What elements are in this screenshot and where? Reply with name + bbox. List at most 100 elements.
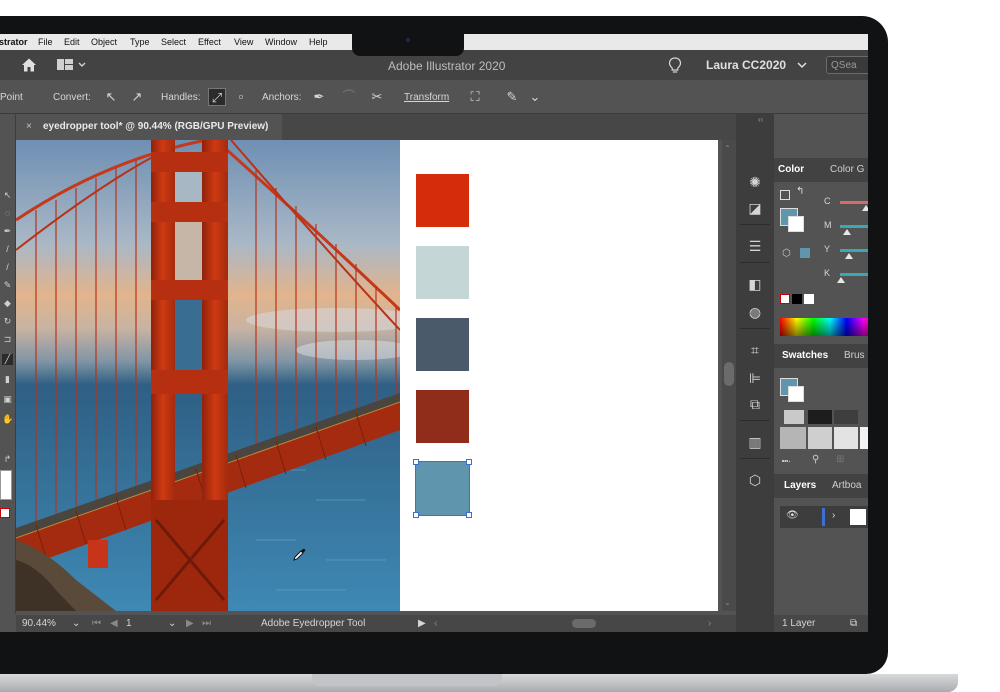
tab-brushes[interactable]: Brus [844, 344, 865, 368]
status-menu-icon[interactable]: ▶ [418, 615, 426, 632]
width-tool-icon[interactable]: ⊐ [2, 334, 13, 345]
selection-handle[interactable] [413, 459, 419, 465]
color-guide-panel-icon[interactable]: ◪ [745, 198, 765, 218]
artboard-tool-icon[interactable]: ▣ [2, 394, 13, 405]
zoom-level-field[interactable]: 90.44% [22, 615, 56, 632]
remove-anchor-icon[interactable]: ✒ [310, 88, 328, 106]
close-icon[interactable]: × [26, 114, 32, 140]
eyedropper-tool-icon[interactable]: ╱ [2, 354, 13, 365]
horizontal-scroll-thumb[interactable] [572, 619, 596, 628]
gradient-tool-icon[interactable]: ▮ [2, 374, 13, 385]
panel-stroke-swatch[interactable] [788, 216, 804, 232]
color-spectrum[interactable] [780, 318, 868, 336]
color-swatch-rectangle[interactable] [415, 461, 470, 516]
slider-thumb-k[interactable] [837, 277, 845, 283]
lighter-gray-swatch[interactable] [834, 427, 858, 449]
hand-tool-icon[interactable]: ✋ [2, 414, 13, 425]
pencil-tool-icon[interactable]: ✎ [2, 280, 13, 291]
search-input[interactable]: QSea [826, 56, 868, 74]
slider-track-m[interactable] [840, 225, 868, 228]
none-swatch[interactable] [0, 508, 10, 518]
selection-handle[interactable] [413, 512, 419, 518]
layer-row[interactable]: 👁 › [780, 506, 868, 528]
home-icon[interactable] [21, 57, 37, 73]
scroll-left-icon[interactable]: ‹ [434, 615, 437, 632]
workspace-switcher-icon[interactable] [57, 59, 87, 71]
line-tool-icon[interactable]: / [2, 262, 13, 273]
vertical-scrollbar[interactable]: ⌃ ⌄ [722, 140, 736, 611]
slider-track-k[interactable] [840, 273, 868, 276]
eraser-tool-icon[interactable]: ◆ [2, 298, 13, 309]
lasso-tool-icon[interactable]: ◌ [2, 208, 13, 219]
tab-artboards[interactable]: Artboa [832, 474, 861, 498]
chevron-down-icon[interactable] [797, 62, 807, 69]
rotate-tool-icon[interactable]: ↻ [2, 316, 13, 327]
slider-thumb-c[interactable] [862, 205, 868, 211]
scroll-up-icon[interactable]: ⌃ [724, 144, 731, 153]
dark-gray-swatch[interactable] [834, 410, 858, 424]
menu-app-name[interactable]: Illustrator [0, 34, 28, 50]
gray-swatch[interactable] [784, 410, 804, 424]
fill-swatch[interactable] [0, 470, 12, 500]
menu-edit[interactable]: Edit [64, 34, 80, 50]
slider-thumb-y[interactable] [845, 253, 853, 259]
swatch-libraries-icon[interactable]: ⑉. [782, 454, 791, 465]
transform-panel-icon[interactable]: ⌗ [745, 340, 765, 360]
menu-help[interactable]: Help [309, 34, 328, 50]
none-color-swatch[interactable] [780, 294, 790, 304]
user-account-menu[interactable]: Laura CC2020 [706, 58, 786, 72]
tab-color-guide[interactable]: Color G [830, 158, 864, 182]
gradient-panel-icon[interactable]: ◧ [745, 274, 765, 294]
visibility-eye-icon[interactable]: 👁 [786, 510, 799, 521]
color-swatch-rectangle[interactable] [416, 174, 469, 227]
default-colors-icon[interactable] [780, 190, 790, 200]
slider-track-y[interactable] [840, 249, 868, 252]
hide-handles-icon[interactable]: ▫ [232, 88, 250, 106]
menu-effect[interactable]: Effect [198, 34, 221, 50]
scroll-down-icon[interactable]: ⌄ [724, 598, 731, 607]
connect-anchors-icon[interactable]: ⌒ [340, 88, 358, 106]
pathfinder-panel-icon[interactable]: ⧉ [745, 394, 765, 414]
menu-file[interactable]: File [38, 34, 53, 50]
swap-colors-icon[interactable]: ↰ [796, 186, 804, 197]
color-swatch-rectangle[interactable] [416, 246, 469, 299]
next-artboard-icon[interactable]: ▶ [186, 615, 194, 632]
libraries-panel-icon[interactable]: ▥ [745, 432, 765, 452]
tab-swatches[interactable]: Swatches [782, 344, 828, 368]
recolor-artwork-icon[interactable]: ✎ [503, 88, 521, 106]
slider-thumb-m[interactable] [843, 229, 851, 235]
swap-fill-stroke-icon[interactable]: ↱ [2, 454, 13, 465]
transparency-panel-icon[interactable]: ◍ [745, 302, 765, 322]
out-of-gamut-icon[interactable]: ⬡ [782, 248, 791, 259]
collapse-dock-icon[interactable]: ‹‹ [758, 115, 763, 124]
black-swatch[interactable] [808, 410, 832, 424]
mid-gray-swatch[interactable] [780, 427, 806, 449]
slider-track-c[interactable] [840, 201, 868, 204]
color-swatch-rectangle[interactable] [416, 390, 469, 443]
transform-link[interactable]: Transform [404, 92, 449, 103]
document-tab[interactable]: × eyedropper tool* @ 90.44% (RGB/GPU Pre… [16, 114, 282, 140]
previous-artboard-icon[interactable]: ◀ [110, 615, 118, 632]
lightest-gray-swatch[interactable] [860, 427, 868, 449]
artboard[interactable] [400, 140, 718, 611]
tab-color[interactable]: Color [778, 158, 804, 182]
pen-tool-icon[interactable]: ✒ [2, 226, 13, 237]
menu-view[interactable]: View [234, 34, 253, 50]
properties-panel-icon[interactable]: ☰ [745, 236, 765, 256]
show-handles-icon[interactable]: ⤢ [208, 88, 226, 106]
light-gray-swatch[interactable] [808, 427, 832, 449]
first-artboard-icon[interactable]: ⏮ [92, 615, 101, 632]
convert-to-smooth-icon[interactable]: ↗ [128, 88, 146, 106]
menu-select[interactable]: Select [161, 34, 186, 50]
zoom-dropdown-icon[interactable]: ⌄ [72, 615, 80, 632]
selection-tool-icon[interactable]: ↖ [2, 190, 13, 201]
swatch-options-icon[interactable]: ⚲ [812, 454, 819, 465]
last-artboard-icon[interactable]: ⏭ [202, 615, 211, 632]
tab-layers[interactable]: Layers [784, 474, 816, 498]
selection-handle[interactable] [466, 512, 472, 518]
color-swatch-rectangle[interactable] [416, 318, 469, 371]
align-panel-icon[interactable]: ⊫ [745, 368, 765, 388]
swatches-stroke-swatch[interactable] [788, 386, 804, 402]
canvas[interactable]: ⌃ ⌄ [16, 140, 736, 615]
selection-handle[interactable] [466, 459, 472, 465]
